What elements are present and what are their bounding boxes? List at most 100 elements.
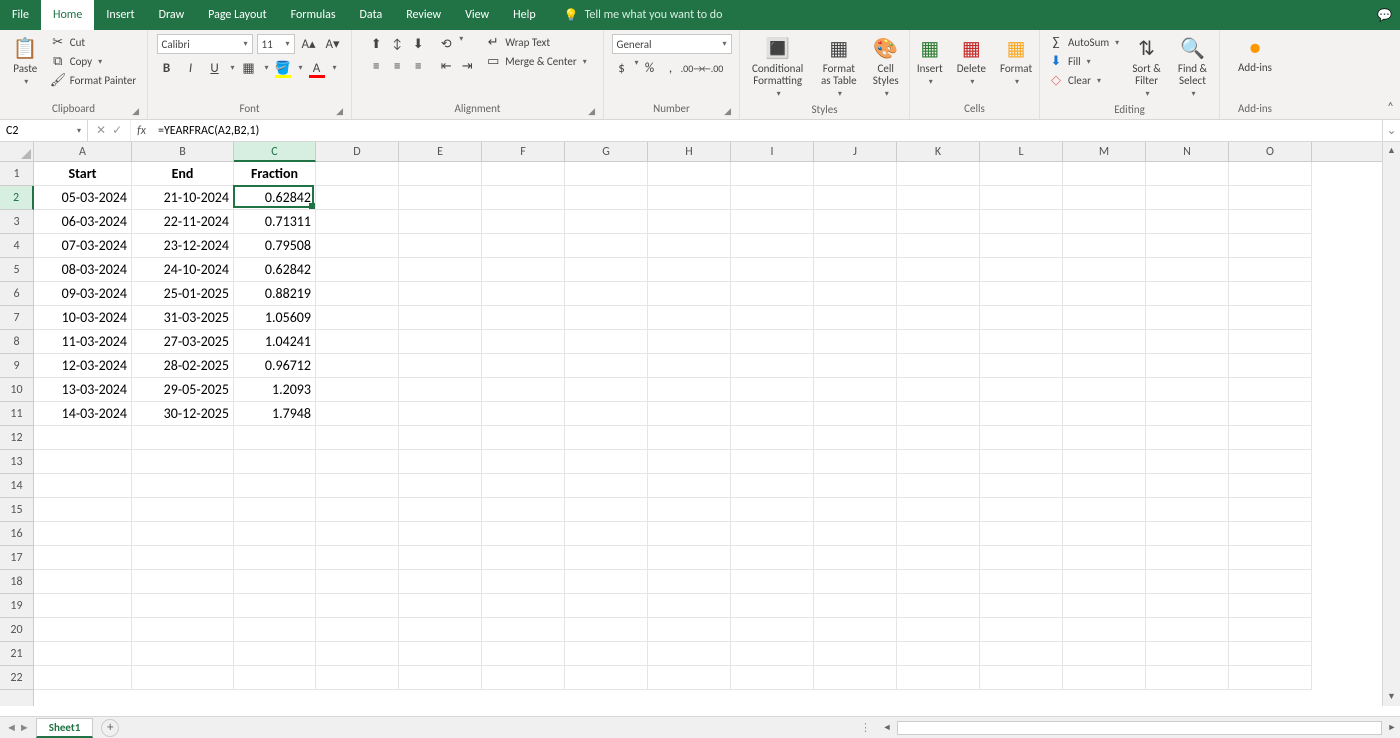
menu-tab-draw[interactable]: Draw [147, 0, 197, 30]
cell-L15[interactable] [980, 498, 1063, 522]
cell-L21[interactable] [980, 642, 1063, 666]
enter-formula-icon[interactable]: ✓ [112, 123, 122, 138]
cell-L16[interactable] [980, 522, 1063, 546]
col-header-D[interactable]: D [316, 142, 399, 161]
cell-I14[interactable] [731, 474, 814, 498]
cell-N14[interactable] [1146, 474, 1229, 498]
cell-D20[interactable] [316, 618, 399, 642]
cell-C2[interactable]: 0.62842 [234, 186, 316, 210]
cell-N21[interactable] [1146, 642, 1229, 666]
cell-G9[interactable] [565, 354, 648, 378]
cell-H20[interactable] [648, 618, 731, 642]
cell-B16[interactable] [132, 522, 234, 546]
cell-E4[interactable] [399, 234, 482, 258]
cell-J20[interactable] [814, 618, 897, 642]
cell-F15[interactable] [482, 498, 565, 522]
cell-F9[interactable] [482, 354, 565, 378]
cell-E12[interactable] [399, 426, 482, 450]
merge-center-button[interactable]: ▭Merge & Center ▾ [483, 53, 589, 70]
cell-G2[interactable] [565, 186, 648, 210]
sort-filter-button[interactable]: ⇅Sort & Filter ▾ [1127, 34, 1166, 101]
col-header-G[interactable]: G [565, 142, 648, 161]
cell-K12[interactable] [897, 426, 980, 450]
cell-O16[interactable] [1229, 522, 1312, 546]
cell-N5[interactable] [1146, 258, 1229, 282]
cell-D16[interactable] [316, 522, 399, 546]
cell-B11[interactable]: 30-12-2025 [132, 402, 234, 426]
cell-O8[interactable] [1229, 330, 1312, 354]
cell-F14[interactable] [482, 474, 565, 498]
cell-B8[interactable]: 27-03-2025 [132, 330, 234, 354]
addins-button[interactable]: ●Add-ins [1234, 34, 1276, 76]
cell-I16[interactable] [731, 522, 814, 546]
cell-E2[interactable] [399, 186, 482, 210]
cell-B19[interactable] [132, 594, 234, 618]
cell-G8[interactable] [565, 330, 648, 354]
cell-C20[interactable] [234, 618, 316, 642]
tell-me-search[interactable]: 💡 Tell me what you want to do [564, 8, 723, 23]
cell-B14[interactable] [132, 474, 234, 498]
cell-J5[interactable] [814, 258, 897, 282]
cell-H11[interactable] [648, 402, 731, 426]
cell-K20[interactable] [897, 618, 980, 642]
cell-C18[interactable] [234, 570, 316, 594]
cell-J11[interactable] [814, 402, 897, 426]
hscroll-right-icon[interactable]: ► [1384, 722, 1400, 733]
formula-input[interactable] [152, 120, 1382, 141]
font-name-select[interactable]: Calibri▾ [157, 34, 253, 54]
cell-G13[interactable] [565, 450, 648, 474]
cell-G4[interactable] [565, 234, 648, 258]
row-header-2[interactable]: 2 [0, 186, 34, 210]
cell-E8[interactable] [399, 330, 482, 354]
cell-F12[interactable] [482, 426, 565, 450]
cell-E22[interactable] [399, 666, 482, 690]
cell-L1[interactable] [980, 162, 1063, 186]
cell-F1[interactable] [482, 162, 565, 186]
horizontal-scrollbar[interactable]: ⋮ ◄ ► [860, 721, 1400, 735]
cell-O4[interactable] [1229, 234, 1312, 258]
cell-F4[interactable] [482, 234, 565, 258]
cell-D10[interactable] [316, 378, 399, 402]
cell-M4[interactable] [1063, 234, 1146, 258]
find-select-button[interactable]: 🔍Find & Select ▾ [1172, 34, 1213, 101]
copy-button[interactable]: ⧉Copy ▾ [48, 53, 138, 70]
cell-N22[interactable] [1146, 666, 1229, 690]
cell-D22[interactable] [316, 666, 399, 690]
sheet-tab-sheet1[interactable]: Sheet1 [36, 718, 94, 738]
row-header-8[interactable]: 8 [0, 330, 33, 354]
cell-E9[interactable] [399, 354, 482, 378]
row-header-21[interactable]: 21 [0, 642, 33, 666]
cell-O9[interactable] [1229, 354, 1312, 378]
name-box-dropdown-icon[interactable]: ▾ [77, 126, 81, 136]
cell-E6[interactable] [399, 282, 482, 306]
cell-L19[interactable] [980, 594, 1063, 618]
scroll-up-icon[interactable]: ▲ [1383, 142, 1400, 160]
cell-J1[interactable] [814, 162, 897, 186]
cell-D7[interactable] [316, 306, 399, 330]
cell-F8[interactable] [482, 330, 565, 354]
cell-H2[interactable] [648, 186, 731, 210]
number-format-select[interactable]: General▾ [612, 34, 732, 54]
cell-O7[interactable] [1229, 306, 1312, 330]
cell-D5[interactable] [316, 258, 399, 282]
cell-E15[interactable] [399, 498, 482, 522]
fill-color-button[interactable]: 🪣 [273, 58, 293, 78]
row-header-20[interactable]: 20 [0, 618, 33, 642]
cell-E14[interactable] [399, 474, 482, 498]
cell-L4[interactable] [980, 234, 1063, 258]
cell-J21[interactable] [814, 642, 897, 666]
cell-K7[interactable] [897, 306, 980, 330]
cell-J8[interactable] [814, 330, 897, 354]
cell-C8[interactable]: 1.04241 [234, 330, 316, 354]
cell-G18[interactable] [565, 570, 648, 594]
cell-K2[interactable] [897, 186, 980, 210]
percent-format-icon[interactable]: % [640, 58, 660, 78]
cell-L8[interactable] [980, 330, 1063, 354]
cells-area[interactable]: StartEndFraction05-03-202421-10-20240.62… [34, 162, 1382, 706]
align-middle-icon[interactable]: ↕ [387, 34, 407, 54]
format-painter-button[interactable]: 🖌Format Painter [48, 72, 138, 89]
cell-L12[interactable] [980, 426, 1063, 450]
cell-O6[interactable] [1229, 282, 1312, 306]
cell-A17[interactable] [34, 546, 132, 570]
cell-I5[interactable] [731, 258, 814, 282]
